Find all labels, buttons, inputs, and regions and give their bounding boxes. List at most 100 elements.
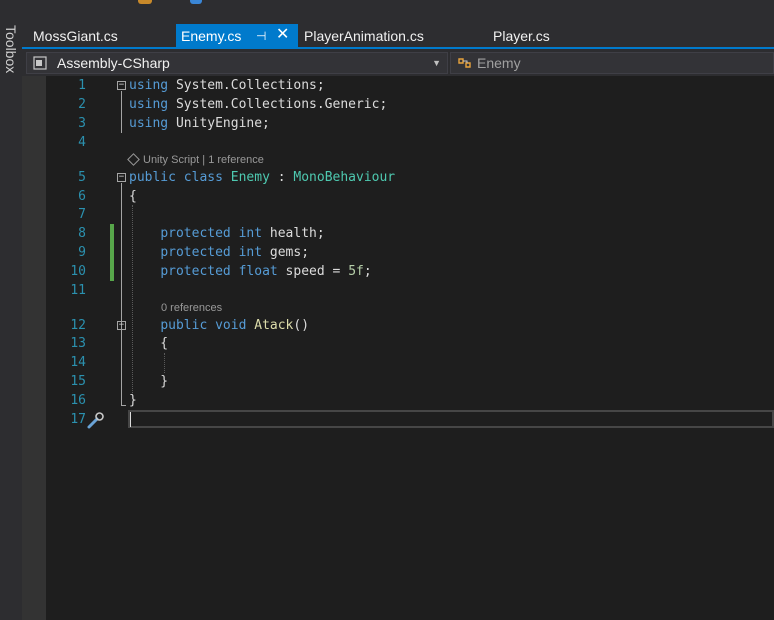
- code-token: protected: [160, 245, 231, 260]
- line-number: 5: [78, 170, 86, 185]
- outline-guide: [121, 183, 122, 406]
- collapse-icon[interactable]: −: [117, 81, 126, 90]
- outline-guide-end: [121, 405, 126, 406]
- code-token: Enemy: [230, 170, 270, 185]
- code-token: speed =: [277, 264, 349, 279]
- code-token: public: [129, 170, 176, 185]
- code-line: public void Atack(): [129, 316, 309, 335]
- code-token: protected: [160, 264, 231, 279]
- code-token: public: [160, 318, 208, 333]
- line-number: 17: [70, 412, 86, 427]
- code-line: }: [129, 372, 168, 391]
- code-token: health;: [262, 226, 325, 241]
- outline-guide: [121, 91, 122, 133]
- member-dropdown[interactable]: Enemy: [450, 52, 774, 74]
- collapse-icon[interactable]: −: [117, 173, 126, 182]
- chevron-down-icon: ▼: [432, 58, 441, 68]
- code-token: (): [293, 318, 310, 333]
- line-number: 10: [70, 264, 86, 279]
- class-member-icon: [458, 58, 471, 68]
- line-number: 13: [70, 336, 86, 351]
- code-token: gems;: [262, 245, 310, 260]
- code-line: protected float speed = 5f;: [129, 262, 372, 281]
- unity-icon: [127, 153, 140, 166]
- quick-actions-icon[interactable]: [86, 410, 106, 430]
- code-token: }: [129, 393, 137, 408]
- tab-label: MossGiant.cs: [33, 28, 118, 44]
- line-number: 11: [70, 283, 86, 298]
- line-number: 15: [70, 374, 86, 389]
- line-number: 9: [78, 245, 86, 260]
- code-token: ;: [363, 264, 372, 279]
- tab-label: Player.cs: [493, 28, 550, 44]
- code-token: protected: [160, 226, 231, 241]
- code-token: System.Collections;: [168, 78, 325, 93]
- code-token: void: [215, 318, 247, 333]
- code-token: 5f: [348, 264, 364, 279]
- code-token: using: [129, 97, 169, 112]
- tab-mossgiant[interactable]: MossGiant.cs: [33, 24, 173, 48]
- code-token: System.Collections.Generic;: [168, 97, 388, 112]
- navigation-bar: Assembly-CSharp ▼ Enemy: [22, 49, 774, 76]
- document-tab-bar: MossGiant.cs Enemy.cs ⊣ ✕ PlayerAnimatio…: [22, 24, 774, 48]
- project-name: Assembly-CSharp: [57, 55, 170, 71]
- code-line: public class Enemy : MonoBehaviour: [129, 168, 395, 187]
- text-caret: [130, 412, 131, 427]
- editor-left-strip: [22, 76, 46, 620]
- line-number: 1: [78, 78, 86, 93]
- method-codelens[interactable]: 0 references: [161, 300, 222, 316]
- close-icon[interactable]: ✕: [276, 23, 289, 47]
- tab-playeranimation[interactable]: PlayerAnimation.cs: [304, 24, 484, 48]
- code-line: {: [129, 334, 168, 353]
- change-marker: [110, 224, 114, 281]
- pin-icon[interactable]: ⊣: [256, 24, 266, 48]
- code-token: {: [129, 189, 137, 204]
- line-number: 4: [78, 135, 86, 150]
- toolbox-rail[interactable]: [0, 24, 22, 620]
- line-number: 8: [78, 226, 86, 241]
- code-token: class: [183, 170, 223, 185]
- line-number: 7: [78, 207, 86, 222]
- code-token: {: [129, 336, 169, 351]
- tab-enemy[interactable]: Enemy.cs ⊣ ✕: [176, 24, 298, 48]
- code-line: protected int gems;: [129, 243, 309, 262]
- code-token: UnityEngine;: [168, 116, 270, 131]
- code-token: using: [129, 78, 169, 93]
- line-number: 3: [78, 116, 86, 131]
- collapse-icon[interactable]: −: [117, 321, 126, 330]
- project-dropdown[interactable]: Assembly-CSharp ▼: [26, 52, 448, 74]
- tab-player[interactable]: Player.cs: [493, 24, 613, 48]
- code-line: {: [129, 187, 137, 206]
- code-line: using System.Collections;: [129, 76, 325, 95]
- code-line: using UnityEngine;: [129, 114, 270, 133]
- class-codelens[interactable]: Unity Script | 1 reference: [127, 152, 264, 168]
- window-top-strip: [0, 0, 774, 24]
- code-line: protected int health;: [129, 224, 325, 243]
- current-line-highlight: [128, 410, 774, 428]
- indent-guide: [164, 353, 165, 373]
- toolbar-fragment: [138, 0, 152, 4]
- line-number: 6: [78, 189, 86, 204]
- tab-label: Enemy.cs: [181, 28, 242, 44]
- line-number: 14: [70, 355, 86, 370]
- code-token: using: [129, 116, 169, 131]
- code-token: Atack: [254, 318, 294, 333]
- codelens-text: 0 references: [161, 302, 223, 314]
- toolbar-fragment: [190, 0, 202, 4]
- toolbox-label[interactable]: Toolbox: [0, 24, 22, 85]
- line-number: 2: [78, 97, 86, 112]
- code-token: }: [129, 374, 169, 389]
- code-token: float: [238, 264, 278, 279]
- codelens-text: Unity Script | 1 reference: [143, 154, 264, 166]
- code-token: MonoBehaviour: [293, 170, 396, 185]
